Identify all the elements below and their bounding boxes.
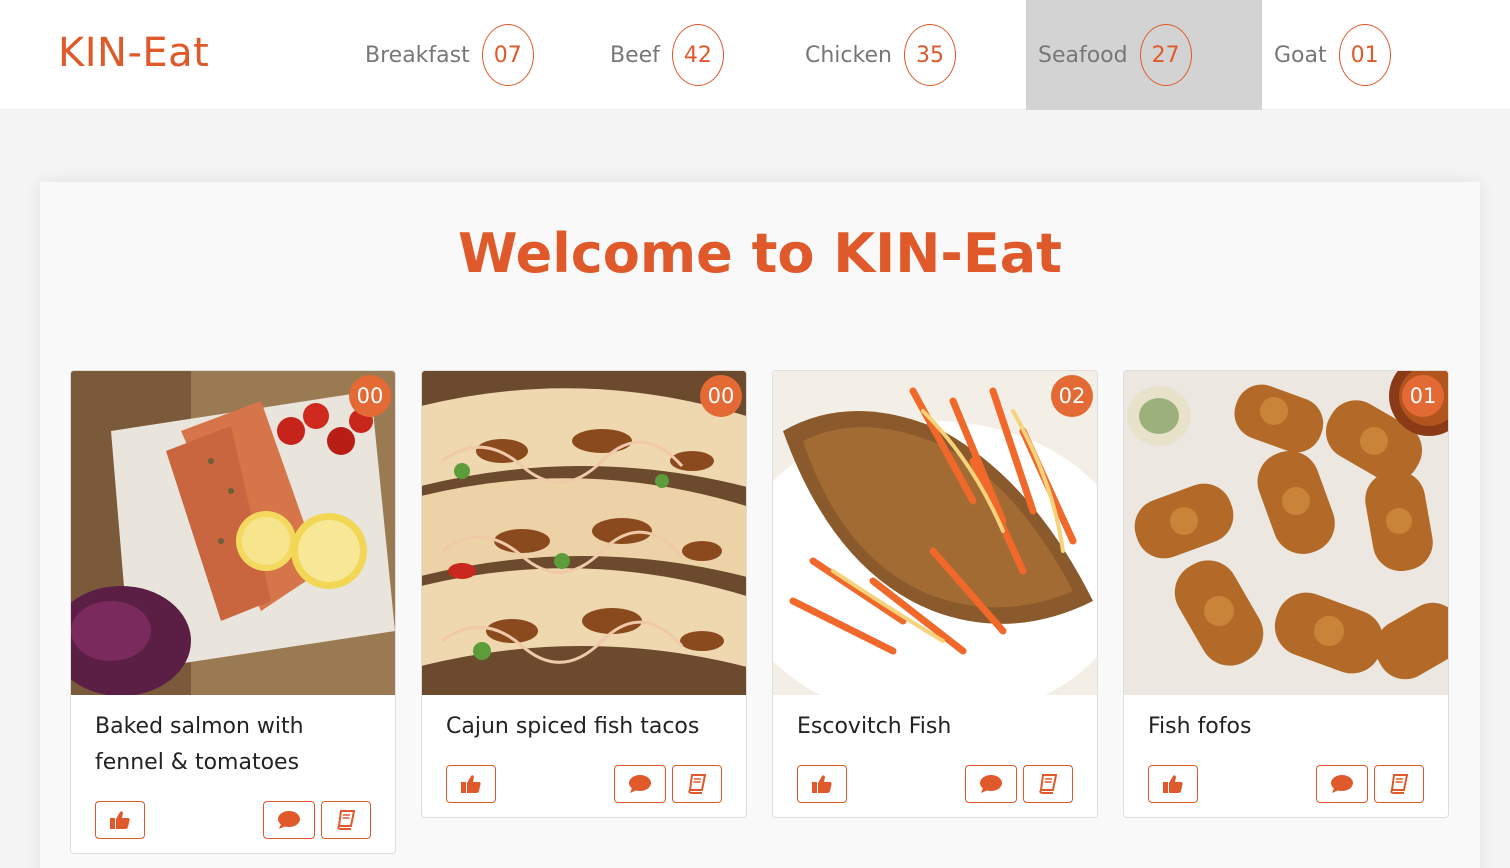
nav-count-badge: 42 bbox=[671, 24, 724, 86]
nav-item-chicken[interactable]: Chicken 35 bbox=[793, 0, 956, 110]
card-actions bbox=[71, 781, 395, 853]
recipe-image[interactable]: 01 bbox=[1124, 371, 1448, 695]
like-button[interactable] bbox=[797, 765, 847, 803]
comment-icon bbox=[278, 811, 300, 829]
nav-item-beef[interactable]: Beef 42 bbox=[598, 0, 724, 110]
recipe-card: 02 Escovitch Fish bbox=[772, 370, 1098, 818]
likes-count-badge: 02 bbox=[1051, 375, 1093, 417]
thumbs-up-icon bbox=[110, 811, 130, 829]
comment-button[interactable] bbox=[263, 801, 315, 839]
recipe-book-button[interactable] bbox=[1374, 765, 1424, 803]
nav-item-breakfast[interactable]: Breakfast 07 bbox=[353, 0, 534, 110]
comment-button[interactable] bbox=[614, 765, 666, 803]
card-actions bbox=[1124, 745, 1448, 817]
comment-icon bbox=[1331, 775, 1353, 793]
nav-label: Beef bbox=[610, 42, 660, 68]
likes-count-badge: 01 bbox=[1402, 375, 1444, 417]
recipe-image[interactable]: 00 bbox=[71, 371, 395, 695]
page-title: Welcome to KIN-Eat bbox=[458, 222, 1062, 285]
brand-logo[interactable]: KIN-Eat bbox=[58, 30, 209, 76]
nav-count-badge: 35 bbox=[903, 24, 956, 86]
recipe-card: 00 Cajun spiced fish tacos bbox=[421, 370, 747, 818]
nav-item-goat[interactable]: Goat 01 bbox=[1262, 0, 1391, 110]
nav-label: Breakfast bbox=[365, 42, 470, 68]
thumbs-up-icon bbox=[812, 775, 832, 793]
recipe-title: Cajun spiced fish tacos bbox=[446, 714, 700, 739]
nav-label: Seafood bbox=[1038, 42, 1128, 68]
comment-button[interactable] bbox=[965, 765, 1017, 803]
main-panel: Welcome to KIN-Eat 00 Baked salmon with … bbox=[40, 182, 1480, 868]
recipe-card: 00 Baked salmon with fennel & tomatoes bbox=[70, 370, 396, 854]
comment-icon bbox=[980, 775, 1002, 793]
navbar: KIN-Eat Breakfast 07 Beef 42 Chicken 35 … bbox=[0, 0, 1510, 110]
like-button[interactable] bbox=[1148, 765, 1198, 803]
likes-count-badge: 00 bbox=[349, 375, 391, 417]
recipe-book-button[interactable] bbox=[1023, 765, 1073, 803]
recipe-card: 01 Fish fofos bbox=[1123, 370, 1449, 818]
comment-icon bbox=[629, 775, 651, 793]
recipe-title: Baked salmon with fennel & tomatoes bbox=[95, 714, 304, 775]
nav-count-badge: 07 bbox=[481, 24, 534, 86]
recipe-book-button[interactable] bbox=[672, 765, 722, 803]
recipe-book-button[interactable] bbox=[321, 801, 371, 839]
nav-label: Chicken bbox=[805, 42, 892, 68]
recipe-image[interactable]: 00 bbox=[422, 371, 746, 695]
book-icon bbox=[1039, 774, 1058, 794]
card-actions bbox=[773, 745, 1097, 817]
thumbs-up-icon bbox=[1163, 775, 1183, 793]
card-actions bbox=[422, 745, 746, 817]
nav-count-badge: 27 bbox=[1139, 24, 1192, 86]
recipe-title: Escovitch Fish bbox=[797, 714, 952, 739]
book-icon bbox=[1390, 774, 1409, 794]
book-icon bbox=[337, 810, 356, 830]
thumbs-up-icon bbox=[461, 775, 481, 793]
like-button[interactable] bbox=[95, 801, 145, 839]
like-button[interactable] bbox=[446, 765, 496, 803]
comment-button[interactable] bbox=[1316, 765, 1368, 803]
recipe-image[interactable]: 02 bbox=[773, 371, 1097, 695]
nav-count-badge: 01 bbox=[1338, 24, 1391, 86]
recipe-title: Fish fofos bbox=[1148, 714, 1252, 739]
book-icon bbox=[688, 774, 707, 794]
nav-item-seafood[interactable]: Seafood 27 bbox=[1026, 0, 1262, 110]
likes-count-badge: 00 bbox=[700, 375, 742, 417]
nav-label: Goat bbox=[1274, 42, 1327, 68]
